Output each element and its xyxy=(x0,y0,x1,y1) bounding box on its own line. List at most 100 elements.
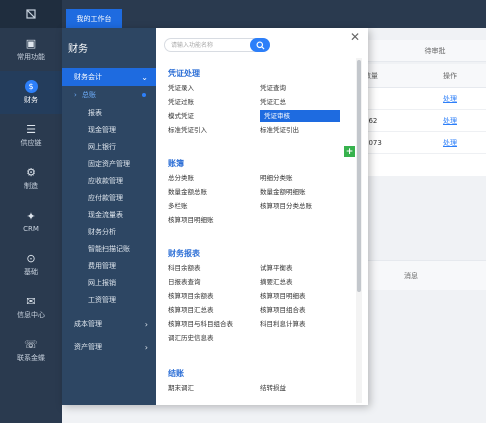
section-voucher: 凭证处理 凭证录入 凭证查询 凭证过账 凭证汇总 模式凭证 凭证审核 标准凭证引… xyxy=(168,68,340,134)
search-button[interactable] xyxy=(250,38,270,52)
nav-item[interactable]: 报表 xyxy=(62,104,156,121)
rail-item-finance[interactable]: $ 财务 xyxy=(0,71,62,114)
menu-link[interactable]: 标准凭证引入 xyxy=(168,124,254,136)
nav-item[interactable]: 固定资产管理 xyxy=(62,155,156,172)
process-link[interactable]: 处理 xyxy=(443,117,457,125)
chevron-down-icon: ⌄ xyxy=(141,72,148,82)
supply-chain-icon: ☰ xyxy=(26,122,36,136)
menu-link[interactable]: 日报表查询 xyxy=(168,276,254,288)
menu-link[interactable]: 凭证录入 xyxy=(168,82,254,94)
nav-item-general-ledger[interactable]: › 总账 xyxy=(62,86,156,103)
nav-item-label: 网上银行 xyxy=(88,142,116,151)
menu-link[interactable]: 摘要汇总表 xyxy=(260,276,346,288)
menu-link[interactable]: 试算平衡表 xyxy=(260,262,346,274)
finance-icon: $ xyxy=(24,80,38,93)
search-input[interactable] xyxy=(171,40,241,50)
menu-link[interactable]: 标准凭证引出 xyxy=(260,124,346,136)
rail-item-crm[interactable]: ✦ CRM xyxy=(0,200,62,243)
rail-item-supply-chain[interactable]: ☰ 供应链 xyxy=(0,114,62,157)
nav-item-label: 网上报销 xyxy=(88,278,116,287)
scrollbar-thumb[interactable] xyxy=(357,60,361,292)
rail-label: 供应链 xyxy=(20,138,42,147)
menu-link[interactable]: 核算项目组合表 xyxy=(260,304,346,316)
menu-content: 凭证处理 凭证录入 凭证查询 凭证过账 凭证汇总 模式凭证 凭证审核 标准凭证引… xyxy=(156,62,358,405)
nav-group-cost-management[interactable]: 成本管理 › xyxy=(62,315,156,333)
nav-item-label: 应收款管理 xyxy=(88,176,123,185)
rail-label: 制造 xyxy=(24,181,38,190)
nav-group-label: 财务会计 xyxy=(74,73,102,81)
menu-link[interactable]: 结转损益 xyxy=(260,382,346,394)
menu-link[interactable]: 数量金额总账 xyxy=(168,186,254,198)
nav-item[interactable]: 应付款管理 xyxy=(62,189,156,206)
nav-group-label: 成本管理 xyxy=(74,320,102,328)
nav-group-financial-accounting[interactable]: 财务会计 ⌄ xyxy=(62,68,156,86)
menu-link[interactable]: 总分类账 xyxy=(168,172,254,184)
nav-group-label: 资产管理 xyxy=(74,343,102,351)
menu-link[interactable]: 科目余额表 xyxy=(168,262,254,274)
nav-item[interactable]: 应收款管理 xyxy=(62,172,156,189)
table-header: 数量 操作 xyxy=(354,64,486,88)
nav-item-label: 应付款管理 xyxy=(88,193,123,202)
menu-link[interactable]: 核算项目明细表 xyxy=(260,290,346,302)
gear-icon: ⚙ xyxy=(26,165,36,179)
menu-nav: 财务 财务会计 ⌄ › 总账 报表 现金管理 网上银行 固定资产管理 应收款管理… xyxy=(62,28,156,405)
nav-item[interactable]: 现金管理 xyxy=(62,121,156,138)
menu-link[interactable]: 凭证汇总 xyxy=(260,96,346,108)
rail-item-manufacturing[interactable]: ⚙ 制造 xyxy=(0,157,62,200)
rail-item-messages[interactable]: ✉ 信息中心 xyxy=(0,286,62,329)
close-icon[interactable]: ✕ xyxy=(350,30,360,44)
menu-link[interactable]: 核算项目余额表 xyxy=(168,290,254,302)
nav-item-label: 总账 xyxy=(82,90,96,99)
nav-item-label: 固定资产管理 xyxy=(88,159,130,168)
menu-scrollbar[interactable] xyxy=(356,58,362,403)
messages-header: 消息 xyxy=(354,260,486,290)
crm-icon: ✦ xyxy=(26,209,36,223)
tab-workbench[interactable]: 我的工作台 xyxy=(66,9,122,28)
rail-item-contact[interactable]: ☏ 联系金蝶 xyxy=(0,329,62,372)
section-closing: 结账 期末调汇 结转损益 xyxy=(168,368,286,392)
rail-item-basic[interactable]: ⊙ 基础 xyxy=(0,243,62,286)
nav-item-label: 工资管理 xyxy=(88,295,116,304)
menu-link[interactable]: 核算项目分类总账 xyxy=(260,200,346,212)
menu-link[interactable]: 明细分类账 xyxy=(260,172,346,184)
menu-link-voucher-audit[interactable]: 凭证审核 xyxy=(260,110,340,122)
nav-item[interactable]: 网上银行 xyxy=(62,138,156,155)
process-link[interactable]: 处理 xyxy=(443,95,457,103)
menu-link[interactable]: 核算项目与科目组合表 xyxy=(168,318,254,330)
pending-table: 数量 操作 2 处理 162 处理 1073 处理 xyxy=(354,64,486,176)
nav-item-label: 现金管理 xyxy=(88,125,116,134)
column-header-action: 操作 xyxy=(443,71,457,80)
basic-icon: ⊙ xyxy=(26,251,36,265)
rail-item-common[interactable]: ▣ 常用功能 xyxy=(0,28,62,71)
nav-item-label: 费用管理 xyxy=(88,261,116,270)
menu-link[interactable]: 数量金额明细账 xyxy=(260,186,346,198)
nav-item-label: 报表 xyxy=(88,108,102,117)
chevron-right-icon: › xyxy=(74,90,77,99)
app-logo[interactable] xyxy=(0,0,62,28)
menu-link[interactable]: 凭证查询 xyxy=(260,82,346,94)
menu-link[interactable]: 期末调汇 xyxy=(168,382,254,394)
menu-link[interactable]: 多栏账 xyxy=(168,200,254,212)
chevron-right-icon: › xyxy=(144,342,148,352)
nav-item[interactable]: 智能扫描记账 xyxy=(62,240,156,257)
nav-item[interactable]: 现金流量表 xyxy=(62,206,156,223)
nav-item-label: 现金流量表 xyxy=(88,210,123,219)
menu-link[interactable]: 科目利息计算表 xyxy=(260,318,346,330)
menu-link[interactable]: 凭证过账 xyxy=(168,96,254,108)
nav-item[interactable]: 工资管理 xyxy=(62,291,156,308)
section-reports: 财务报表 科目余额表 试算平衡表 日报表查询 摘要汇总表 核算项目余额表 核算项… xyxy=(168,248,306,342)
nav-item[interactable]: 网上报销 xyxy=(62,274,156,291)
rail-label: CRM xyxy=(23,224,39,233)
process-link[interactable]: 处理 xyxy=(443,139,457,147)
add-favorite-button[interactable]: + xyxy=(344,146,355,157)
menu-link[interactable]: 调汇历史信息表 xyxy=(168,332,254,344)
pending-title: 待审批 xyxy=(424,46,446,55)
nav-item[interactable]: 费用管理 xyxy=(62,257,156,274)
nav-group-asset-management[interactable]: 资产管理 › xyxy=(62,338,156,356)
menu-link[interactable]: 核算项目汇总表 xyxy=(168,304,254,316)
rail-label: 联系金蝶 xyxy=(17,353,45,362)
menu-link[interactable]: 核算项目明细账 xyxy=(168,214,254,226)
nav-item-label: 财务分析 xyxy=(88,227,116,236)
nav-item[interactable]: 财务分析 xyxy=(62,223,156,240)
menu-link[interactable]: 模式凭证 xyxy=(168,110,254,122)
